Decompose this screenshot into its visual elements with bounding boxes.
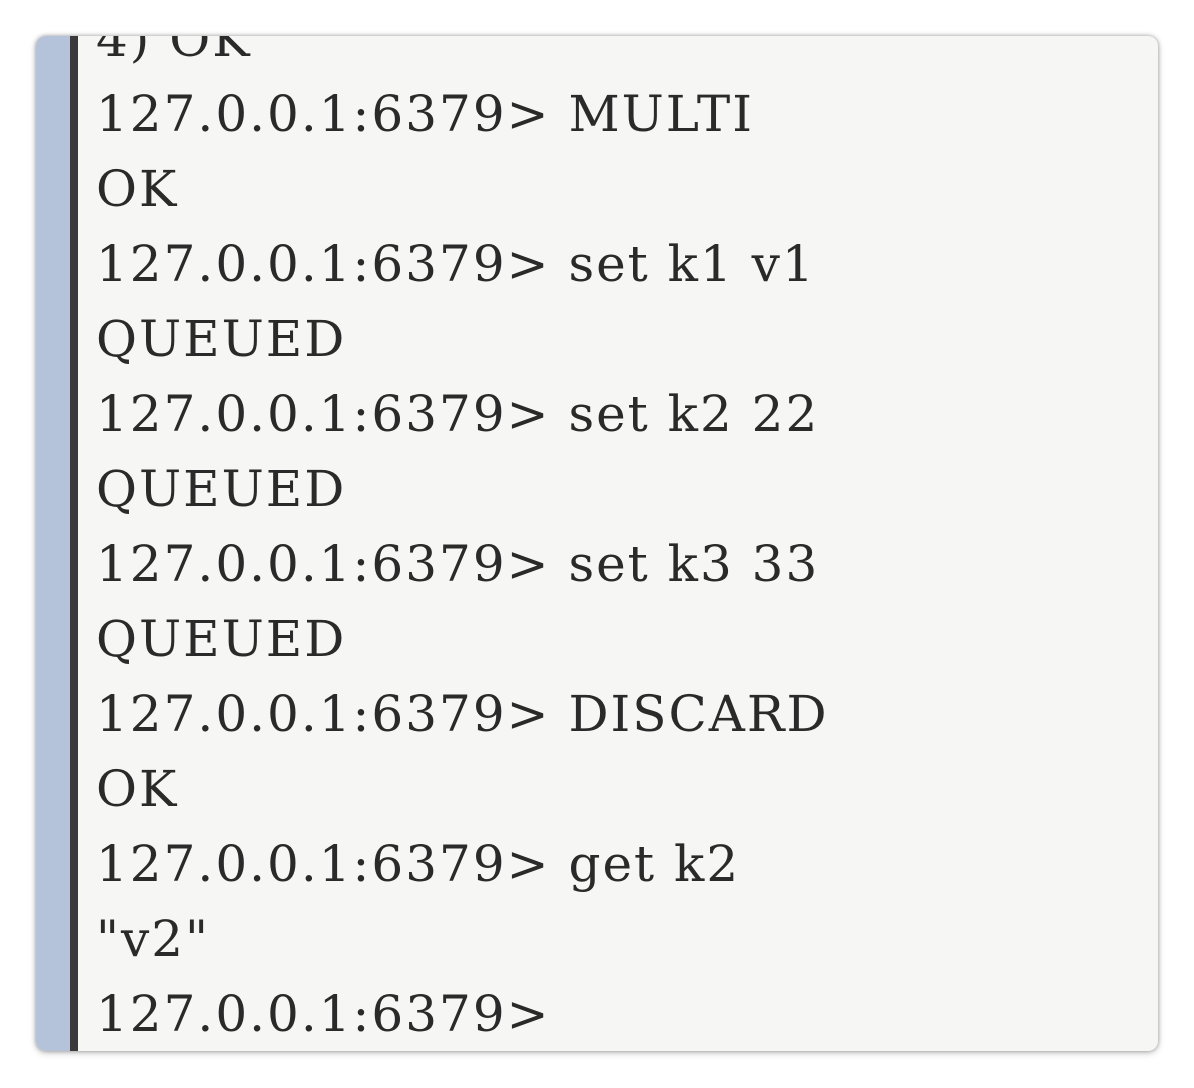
prompt-text: 127.0.0.1:6379> — [96, 985, 569, 1043]
output-line: QUEUED — [96, 602, 1158, 677]
output-text: QUEUED — [96, 610, 347, 668]
command-text: get k2 — [568, 835, 741, 893]
prompt-line-current[interactable]: 127.0.0.1:6379> — [96, 977, 1158, 1051]
output-line: QUEUED — [96, 302, 1158, 377]
command-text: set k3 33 — [568, 535, 820, 593]
output-text: OK — [96, 160, 179, 218]
gutter-spacer — [78, 36, 94, 1051]
prompt-line: 127.0.0.1:6379> MULTI — [96, 77, 1158, 152]
command-text: MULTI — [568, 85, 754, 143]
prompt-text: 127.0.0.1:6379> — [96, 235, 569, 293]
terminal-gutter — [36, 36, 70, 1051]
command-text: set k2 22 — [568, 385, 820, 443]
prompt-text: 127.0.0.1:6379> — [96, 535, 569, 593]
command-text: set k1 v1 — [568, 235, 816, 293]
prompt-text: 127.0.0.1:6379> — [96, 835, 569, 893]
output-line: OK — [96, 152, 1158, 227]
prompt-line: 127.0.0.1:6379> set k1 v1 — [96, 227, 1158, 302]
prompt-text: 127.0.0.1:6379> — [96, 685, 569, 743]
prompt-line: 127.0.0.1:6379> DISCARD — [96, 677, 1158, 752]
output-text: OK — [96, 760, 179, 818]
output-line: OK — [96, 752, 1158, 827]
output-text: "v2" — [96, 910, 211, 968]
output-line: "v2" — [96, 902, 1158, 977]
terminal-output[interactable]: 4) OK 127.0.0.1:6379> MULTI OK 127.0.0.1… — [96, 36, 1158, 1051]
prompt-line: 127.0.0.1:6379> set k3 33 — [96, 527, 1158, 602]
prompt-text: 127.0.0.1:6379> — [96, 385, 569, 443]
prompt-line: 127.0.0.1:6379> get k2 — [96, 827, 1158, 902]
output-text: QUEUED — [96, 460, 347, 518]
prompt-text: 127.0.0.1:6379> — [96, 85, 569, 143]
output-line: 4) OK — [96, 36, 1158, 77]
prompt-line: 127.0.0.1:6379> set k2 22 — [96, 377, 1158, 452]
output-text: 4) OK — [96, 36, 252, 68]
terminal-window: 4) OK 127.0.0.1:6379> MULTI OK 127.0.0.1… — [36, 36, 1158, 1051]
output-text: QUEUED — [96, 310, 347, 368]
gutter-divider — [70, 36, 78, 1051]
command-text: DISCARD — [568, 685, 829, 743]
output-line: QUEUED — [96, 452, 1158, 527]
